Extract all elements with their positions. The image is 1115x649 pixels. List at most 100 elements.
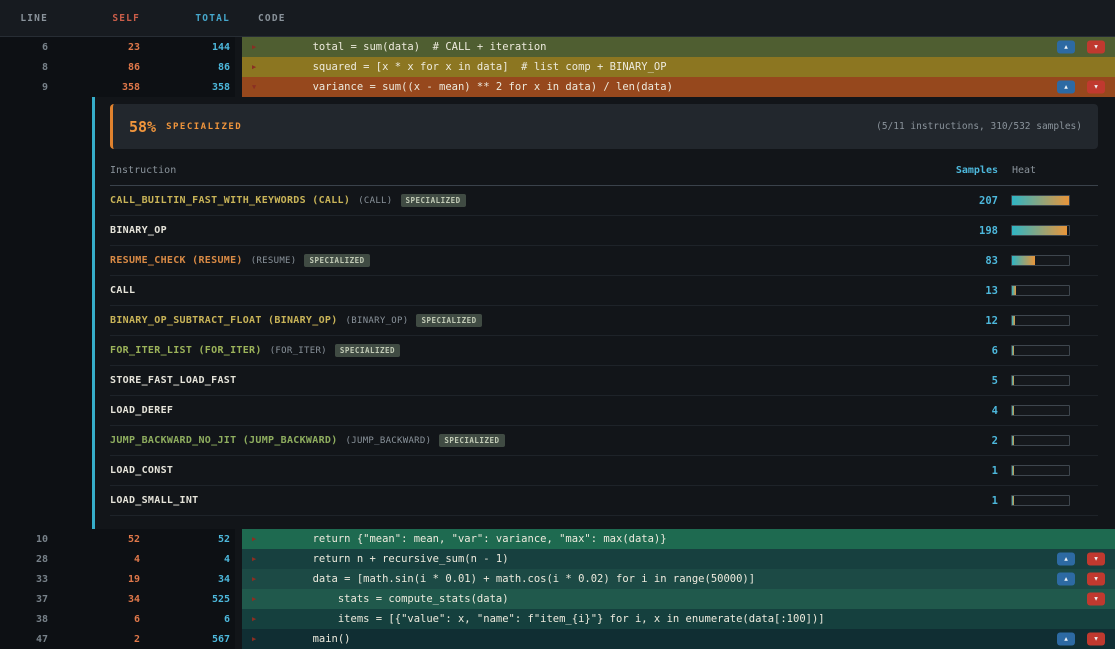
code-line-row[interactable]: 47 2 567 ▶ main() ▲▼ — [0, 629, 1115, 649]
total-samples: 6 — [140, 614, 230, 625]
instruction-name-group: LOAD_CONST — [110, 465, 908, 476]
disclosure-triangle-icon[interactable]: ▶ — [252, 535, 262, 543]
line-gutter: 9 358 358 — [0, 77, 235, 97]
code-line-row[interactable]: 9 358 358 ▼ variance = sum((x - mean) **… — [0, 77, 1115, 97]
code-cell[interactable]: ▶ squared = [x * x for x in data] # list… — [242, 57, 1115, 77]
code-cell[interactable]: ▼ variance = sum((x - mean) ** 2 for x i… — [242, 77, 1115, 97]
instruction-samples: 207 — [908, 195, 998, 207]
self-samples: 6 — [48, 614, 140, 625]
code-cell[interactable]: ▶ total = sum(data) # CALL + iteration ▲… — [242, 37, 1115, 57]
line-number: 6 — [0, 42, 48, 53]
line-number: 47 — [0, 634, 48, 645]
move-down-button[interactable]: ▼ — [1087, 553, 1105, 566]
column-header-row: LINE SELF TOTAL CODE — [0, 0, 1115, 37]
instruction-name: JUMP_BACKWARD_NO_JIT (JUMP_BACKWARD) — [110, 435, 338, 446]
line-gutter: 10 52 52 — [0, 529, 235, 549]
disclosure-triangle-icon[interactable]: ▶ — [252, 635, 262, 643]
code-cell[interactable]: ▶ items = [{"value": x, "name": f"item_{… — [242, 609, 1115, 629]
move-up-button[interactable]: ▲ — [1057, 81, 1075, 94]
heat-bar-track — [1011, 435, 1070, 446]
code-text: return n + recursive_sum(n - 1) — [262, 553, 509, 565]
code-line-row[interactable]: 10 52 52 ▶ return {"mean": mean, "var": … — [0, 529, 1115, 549]
code-cell[interactable]: ▶ stats = compute_stats(data) ▼ — [242, 589, 1115, 609]
move-down-button[interactable]: ▼ — [1087, 573, 1105, 586]
heat-bar-track — [1011, 195, 1070, 206]
instruction-samples: 12 — [908, 315, 998, 327]
move-up-button[interactable]: ▲ — [1057, 633, 1075, 646]
instruction-row: STORE_FAST_LOAD_FAST 5 — [110, 366, 1098, 396]
code-line-row[interactable]: 38 6 6 ▶ items = [{"value": x, "name": f… — [0, 609, 1115, 629]
instruction-name: FOR_ITER_LIST (FOR_ITER) — [110, 345, 262, 356]
instruction-name-group: FOR_ITER_LIST (FOR_ITER) (FOR_ITER) SPEC… — [110, 344, 908, 357]
disclosure-triangle-icon[interactable]: ▶ — [252, 63, 262, 71]
line-gutter: 38 6 6 — [0, 609, 235, 629]
code-cell[interactable]: ▶ data = [math.sin(i * 0.01) + math.cos(… — [242, 569, 1115, 589]
move-down-button[interactable]: ▼ — [1087, 633, 1105, 646]
line-number: 28 — [0, 554, 48, 565]
code-line-row[interactable]: 28 4 4 ▶ return n + recursive_sum(n - 1)… — [0, 549, 1115, 569]
self-samples: 2 — [48, 634, 140, 645]
heat-cell — [998, 495, 1098, 506]
heat-bar-fill — [1012, 376, 1014, 385]
move-down-button[interactable]: ▼ — [1087, 81, 1105, 94]
specialization-stats: (5/11 instructions, 310/532 samples) — [876, 121, 1082, 132]
instruction-samples: 4 — [908, 405, 998, 417]
code-line-row[interactable]: 8 86 86 ▶ squared = [x * x for x in data… — [0, 57, 1115, 77]
instruction-samples: 83 — [908, 255, 998, 267]
code-text: variance = sum((x - mean) ** 2 for x in … — [262, 81, 673, 93]
code-line-row[interactable]: 33 19 34 ▶ data = [math.sin(i * 0.01) + … — [0, 569, 1115, 589]
total-samples: 4 — [140, 554, 230, 565]
total-samples: 567 — [140, 634, 230, 645]
line-gutter: 33 19 34 — [0, 569, 235, 589]
instruction-samples: 13 — [908, 285, 998, 297]
instruction-row: BINARY_OP 198 — [110, 216, 1098, 246]
heat-cell — [998, 435, 1098, 446]
line-number: 37 — [0, 594, 48, 605]
disclosure-triangle-icon[interactable]: ▶ — [252, 615, 262, 623]
instruction-base: (RESUME) — [251, 256, 297, 266]
code-cell[interactable]: ▶ return {"mean": mean, "var": variance,… — [242, 529, 1115, 549]
code-line-row[interactable]: 6 23 144 ▶ total = sum(data) # CALL + it… — [0, 37, 1115, 57]
instruction-name-group: LOAD_DEREF — [110, 405, 908, 416]
column-header-code: CODE — [230, 13, 286, 24]
instruction-base: (CALL) — [358, 196, 392, 206]
instruction-row: LOAD_DEREF 4 — [110, 396, 1098, 426]
instruction-name-group: JUMP_BACKWARD_NO_JIT (JUMP_BACKWARD) (JU… — [110, 434, 908, 447]
heat-cell — [998, 345, 1098, 356]
code-cell[interactable]: ▶ main() ▲▼ — [242, 629, 1115, 649]
instruction-name-group: STORE_FAST_LOAD_FAST — [110, 375, 908, 386]
total-samples: 144 — [140, 42, 230, 53]
instruction-base: (FOR_ITER) — [270, 346, 327, 356]
code-cell[interactable]: ▶ return n + recursive_sum(n - 1) ▲ ▼ — [242, 549, 1115, 569]
column-header-line: LINE — [0, 13, 48, 24]
code-line-row[interactable]: 37 34 525 ▶ stats = compute_stats(data) … — [0, 589, 1115, 609]
instruction-name-group: BINARY_OP — [110, 225, 908, 236]
specialized-badge: SPECIALIZED — [335, 344, 400, 357]
disclosure-triangle-icon[interactable]: ▶ — [252, 575, 262, 583]
specialized-percent-label: SPECIALIZED — [166, 122, 242, 132]
instruction-row: CALL_BUILTIN_FAST_WITH_KEYWORDS (CALL) (… — [110, 186, 1098, 216]
instruction-name-group: BINARY_OP_SUBTRACT_FLOAT (BINARY_OP) (BI… — [110, 314, 908, 327]
instruction-name-group: CALL — [110, 285, 908, 296]
move-up-button[interactable]: ▲ — [1057, 553, 1075, 566]
specialized-percent: 58% — [129, 118, 156, 136]
specialized-badge: SPECIALIZED — [416, 314, 481, 327]
move-up-button[interactable]: ▲ — [1057, 573, 1075, 586]
total-samples: 34 — [140, 574, 230, 585]
disclosure-triangle-icon[interactable]: ▼ — [252, 83, 262, 91]
instruction-table-header: Instruction Samples Heat — [110, 159, 1098, 186]
code-text: total = sum(data) # CALL + iteration — [262, 41, 546, 53]
disclosure-triangle-icon[interactable]: ▶ — [252, 43, 262, 51]
code-rows-bottom: 10 52 52 ▶ return {"mean": mean, "var": … — [0, 529, 1115, 649]
disclosure-triangle-icon[interactable]: ▶ — [252, 555, 262, 563]
move-down-button[interactable]: ▼ — [1087, 593, 1105, 606]
disclosure-triangle-icon[interactable]: ▶ — [252, 595, 262, 603]
line-number: 38 — [0, 614, 48, 625]
move-down-button[interactable]: ▼ — [1087, 41, 1105, 54]
move-up-button[interactable]: ▲ — [1057, 41, 1075, 54]
gutter-strip — [0, 97, 92, 529]
instruction-name-group: LOAD_SMALL_INT — [110, 495, 908, 506]
total-samples: 525 — [140, 594, 230, 605]
heat-bar-fill — [1012, 346, 1014, 355]
heat-bar-track — [1011, 495, 1070, 506]
